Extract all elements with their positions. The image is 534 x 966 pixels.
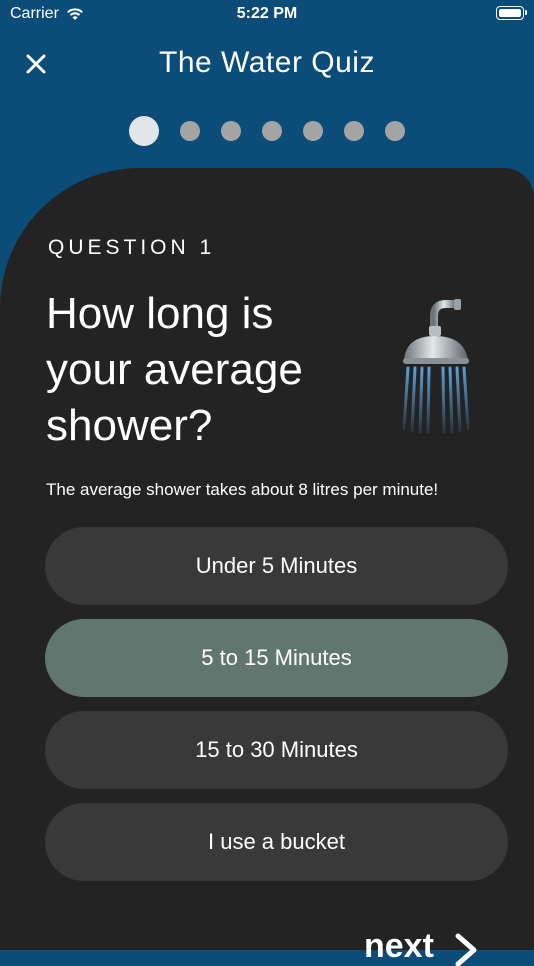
progress-dot: [262, 121, 282, 141]
answer-option[interactable]: I use a bucket: [45, 803, 508, 881]
page-title: The Water Quiz: [159, 46, 375, 79]
question-number: QUESTION 1: [48, 236, 216, 259]
header: The Water Quiz: [0, 40, 534, 88]
next-label: next: [364, 927, 434, 965]
status-bar: Carrier 5:22 PM: [0, 0, 534, 28]
question-title: How long is your average shower?: [46, 289, 303, 450]
progress-dot: [129, 116, 159, 146]
answer-option[interactable]: 15 to 30 Minutes: [45, 711, 508, 789]
status-time: 5:22 PM: [236, 5, 298, 22]
answer-option[interactable]: Under 5 Minutes: [45, 527, 508, 605]
progress-dot: [385, 121, 405, 141]
progress-dot: [221, 121, 241, 141]
battery-icon: [496, 6, 527, 20]
answer-options: Under 5 Minutes 5 to 15 Minutes 15 to 30 M…: [45, 527, 508, 895]
progress-dot: [180, 121, 200, 141]
question-hint: The average shower takes about 8 litres …: [46, 480, 439, 499]
answer-option[interactable]: 5 to 15 Minutes: [45, 619, 508, 697]
progress-dot: [303, 121, 323, 141]
progress-dot: [344, 121, 364, 141]
progress-indicator: [0, 116, 534, 146]
next-button[interactable]: next: [364, 926, 482, 966]
chevron-right-icon: [455, 933, 477, 966]
shower-head-icon: [402, 299, 470, 434]
